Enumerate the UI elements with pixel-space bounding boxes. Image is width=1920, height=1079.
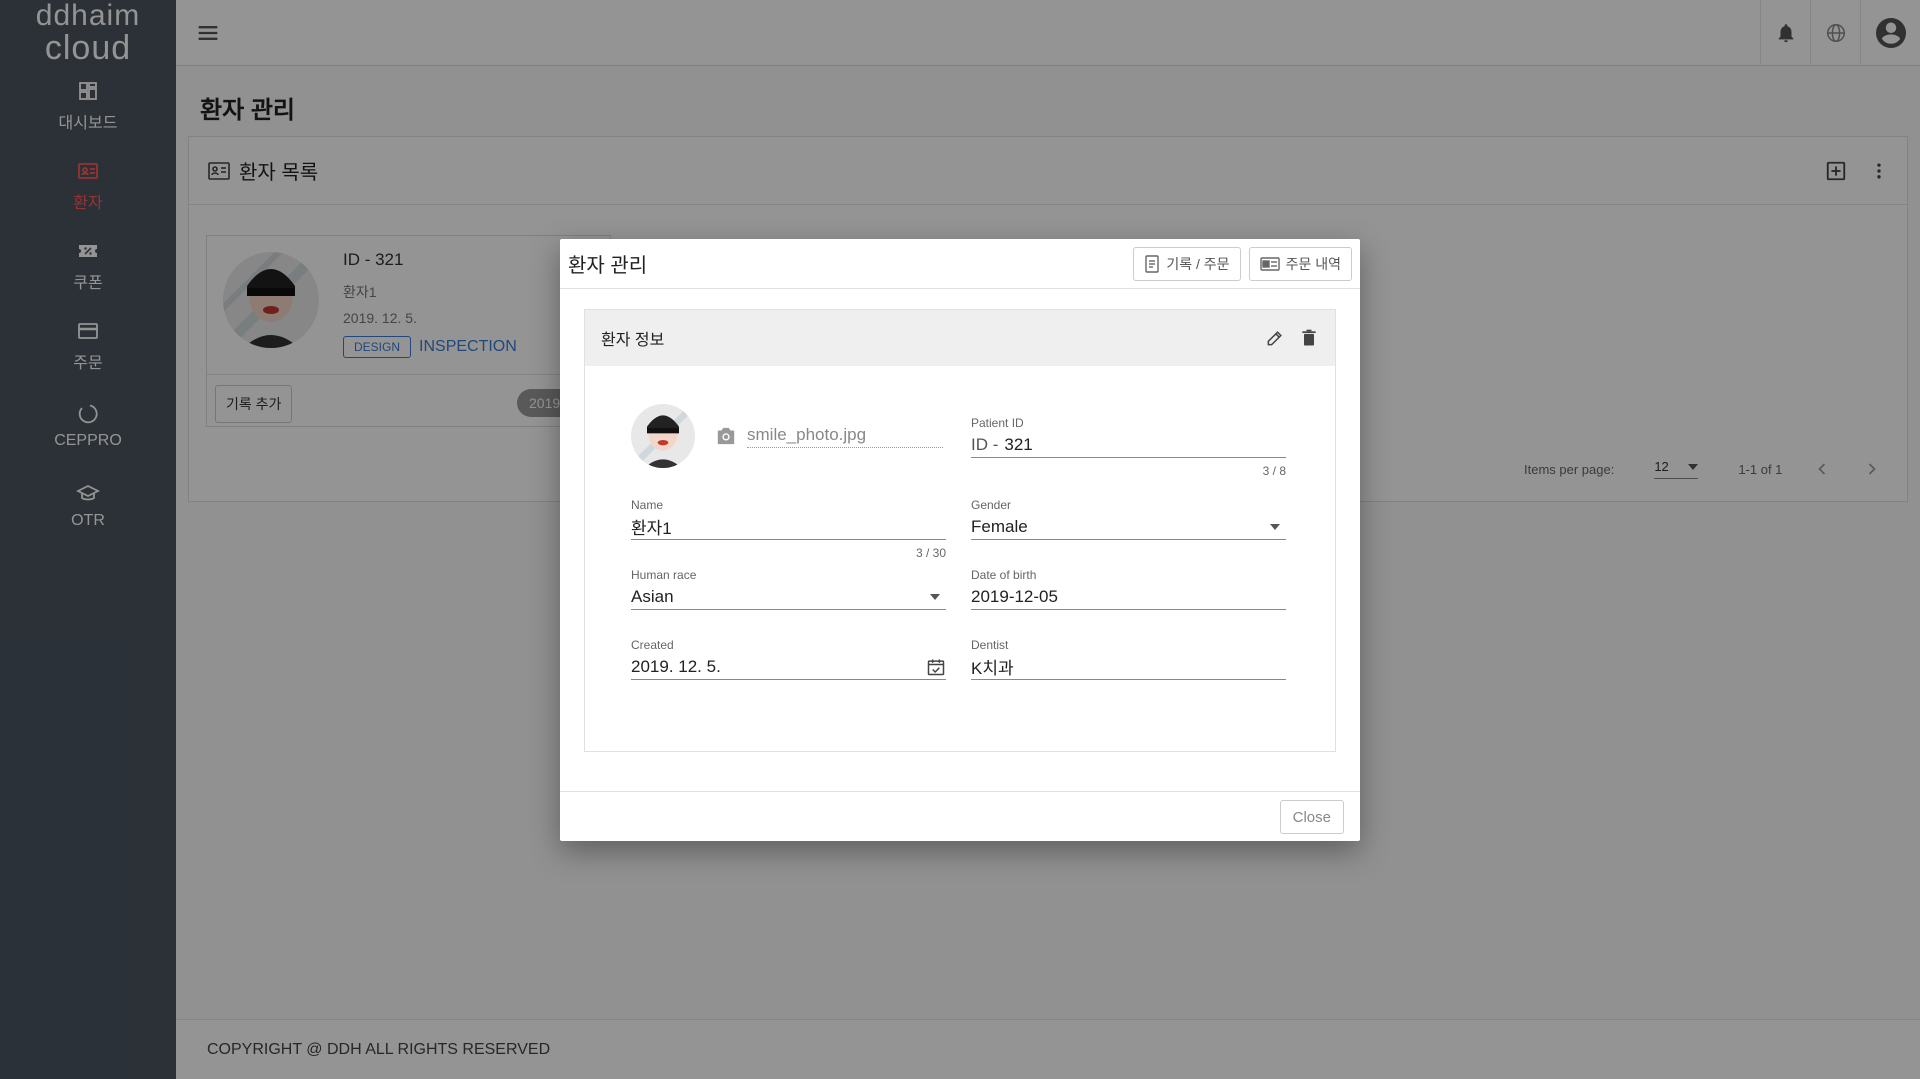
caret-down-icon — [930, 593, 940, 600]
patient-info-section: 환자 정보 smile_photo.jpg Patient ID ID - 32… — [584, 309, 1336, 752]
calendar-check-icon[interactable] — [926, 657, 946, 677]
field-label: Human race — [631, 568, 697, 582]
human-race-value: Asian — [631, 586, 674, 606]
dialog-footer: Close — [560, 791, 1360, 841]
patient-id-field[interactable]: Patient ID ID -321 3 / 8 — [971, 416, 1286, 478]
patient-id-value: 321 — [1004, 434, 1033, 454]
name-value: 환자1 — [631, 519, 672, 538]
human-race-select[interactable]: Human race Asian — [631, 568, 946, 610]
record-order-label: 기록 / 주문 — [1166, 255, 1230, 272]
photo-file-picker[interactable]: smile_photo.jpg — [715, 425, 943, 448]
patient-id-prefix: ID - — [971, 434, 999, 454]
patient-dialog: 환자 관리 기록 / 주문 주문 내역 환자 정보 smile_photo.jp… — [560, 239, 1360, 841]
delete-trash-icon[interactable] — [1299, 328, 1319, 348]
record-order-button[interactable]: 기록 / 주문 — [1133, 246, 1241, 281]
caret-down-icon — [1270, 523, 1280, 530]
photo-row: smile_photo.jpg — [631, 404, 943, 468]
created-value: 2019. 12. 5. — [631, 656, 721, 676]
section-title: 환자 정보 — [601, 332, 665, 349]
gender-select[interactable]: Gender Female — [971, 498, 1286, 540]
field-label: Patient ID — [971, 416, 1024, 430]
edit-pencil-icon[interactable] — [1265, 328, 1285, 348]
document-icon — [1145, 254, 1160, 273]
section-header: 환자 정보 — [585, 310, 1335, 366]
field-label: Date of birth — [971, 568, 1037, 582]
dentist-value: K치과 — [971, 659, 1014, 678]
field-label: Dentist — [971, 638, 1009, 652]
dentist-field[interactable]: Dentist K치과 — [971, 638, 1286, 680]
close-button[interactable]: Close — [1279, 800, 1344, 834]
date-of-birth-field[interactable]: Date of birth 2019-12-05 — [971, 568, 1286, 610]
gender-value: Female — [971, 516, 1028, 536]
id-card-icon — [1259, 256, 1280, 271]
date-of-birth-value: 2019-12-05 — [971, 586, 1058, 606]
name-field[interactable]: Name 환자1 3 / 30 — [631, 498, 946, 560]
photo-filename: smile_photo.jpg — [747, 425, 943, 448]
field-label: Created — [631, 638, 674, 652]
created-date-field[interactable]: Created 2019. 12. 5. — [631, 638, 946, 680]
field-label: Name — [631, 498, 664, 512]
patient-photo-thumb[interactable] — [631, 404, 695, 468]
char-counter: 3 / 30 — [915, 546, 946, 560]
dialog-title: 환자 관리 — [568, 255, 648, 277]
field-label: Gender — [971, 498, 1012, 512]
dialog-header: 환자 관리 기록 / 주문 주문 내역 — [560, 239, 1360, 289]
camera-icon — [717, 427, 735, 445]
char-counter: 3 / 8 — [1262, 464, 1286, 478]
order-history-button[interactable]: 주문 내역 — [1248, 246, 1352, 281]
order-history-label: 주문 내역 — [1285, 255, 1341, 272]
